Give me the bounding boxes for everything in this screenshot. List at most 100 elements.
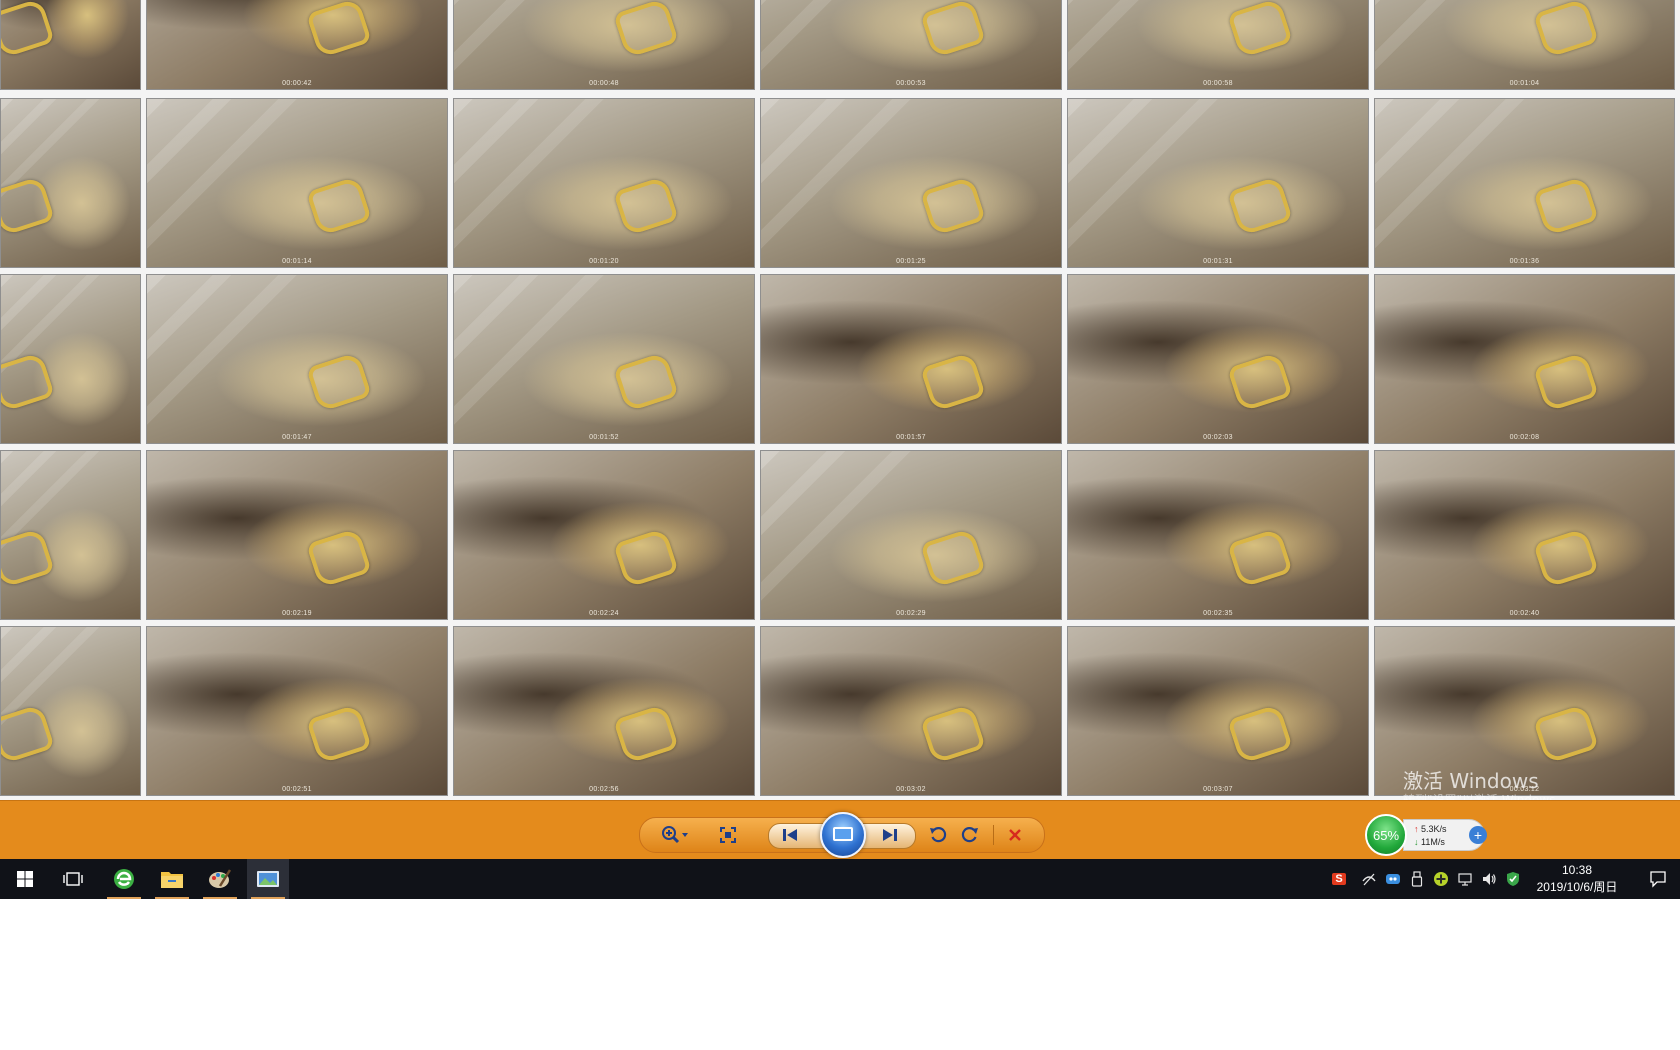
video-frame-thumbnail[interactable]: 00:01:04 bbox=[1374, 0, 1675, 90]
video-frame-thumbnail[interactable]: 00:02:51 bbox=[146, 626, 448, 796]
sandal-buckle-graphic bbox=[306, 703, 372, 765]
video-frame-thumbnail[interactable]: 00:02:29 bbox=[760, 450, 1062, 620]
video-frame-thumbnail[interactable]: 00:01:47 bbox=[146, 274, 448, 444]
accelerator-icon[interactable] bbox=[1432, 870, 1450, 888]
video-frame-thumbnail[interactable]: 00:01:36 bbox=[1374, 98, 1675, 268]
sandal-buckle-graphic bbox=[1533, 351, 1600, 413]
task-view-button[interactable] bbox=[52, 859, 94, 899]
sandal-buckle-graphic bbox=[306, 527, 372, 589]
video-frame-thumbnail[interactable]: 00:01:25 bbox=[760, 98, 1062, 268]
sandal-buckle-graphic bbox=[306, 0, 372, 59]
video-frame-thumbnail[interactable]: 00:02:03 bbox=[1067, 274, 1369, 444]
sandal-buckle-graphic bbox=[1, 527, 55, 589]
sandal-buckle-graphic bbox=[613, 0, 679, 59]
video-frame-thumbnail[interactable]: 00:03:02 bbox=[760, 626, 1062, 796]
zoom-icon bbox=[662, 826, 688, 844]
sandal-buckle-graphic bbox=[1533, 0, 1600, 59]
empty-area bbox=[0, 899, 1680, 1050]
sandal-buckle-graphic bbox=[1, 351, 55, 413]
video-frame-thumbnail[interactable]: 00:01:57 bbox=[760, 274, 1062, 444]
cloud-icon bbox=[1386, 874, 1400, 884]
video-frame-thumbnail[interactable]: 00:02:40 bbox=[1374, 450, 1675, 620]
folder-icon bbox=[161, 872, 183, 888]
network-disconnected-icon[interactable] bbox=[1360, 870, 1378, 888]
clock-date: 2019/10/6/周日 bbox=[1536, 880, 1618, 894]
monitor-icon bbox=[1458, 873, 1472, 886]
network-speed-widget[interactable]: ↑ 5.3K/s ↓ 11M/s 65% + bbox=[1365, 814, 1489, 856]
accelerate-plus-icon[interactable]: + bbox=[1469, 826, 1487, 844]
video-frame-thumbnail[interactable] bbox=[0, 626, 141, 796]
action-center-button[interactable] bbox=[1638, 859, 1678, 899]
download-rate: 11M/s bbox=[1421, 837, 1445, 847]
sandal-buckle-graphic bbox=[1227, 351, 1293, 413]
video-frame-thumbnail[interactable]: 00:01:31 bbox=[1067, 98, 1369, 268]
cloud-sync-icon[interactable] bbox=[1384, 870, 1402, 888]
notification-icon bbox=[1650, 871, 1666, 888]
usb-icon bbox=[1411, 871, 1423, 887]
video-frame-thumbnail[interactable]: 00:01:52 bbox=[453, 274, 755, 444]
sandal-buckle-graphic bbox=[613, 527, 679, 589]
video-frame-thumbnail[interactable]: 00:02:56 bbox=[453, 626, 755, 796]
frame-timestamp: 00:02:08 bbox=[1509, 434, 1540, 441]
video-frame-thumbnail[interactable]: 00:02:35 bbox=[1067, 450, 1369, 620]
frame-timestamp: 00:02:24 bbox=[589, 610, 619, 617]
file-explorer-app[interactable] bbox=[151, 859, 193, 899]
video-frame-thumbnail[interactable]: 00:00:58 bbox=[1067, 0, 1369, 90]
start-button[interactable] bbox=[4, 859, 46, 899]
volume-icon[interactable] bbox=[1480, 870, 1498, 888]
frame-timestamp: 00:01:57 bbox=[896, 434, 926, 441]
video-frame-thumbnail[interactable]: 00:00:42 bbox=[146, 0, 448, 90]
frame-timestamp: 00:00:58 bbox=[1203, 80, 1233, 87]
slideshow-icon bbox=[833, 827, 853, 841]
frame-timestamp: 00:01:52 bbox=[589, 434, 619, 441]
close-icon bbox=[1009, 829, 1021, 841]
rotate-right-button[interactable] bbox=[956, 823, 984, 847]
sandal-buckle-graphic bbox=[1, 175, 55, 237]
slideshow-button[interactable] bbox=[820, 812, 866, 858]
sandal-buckle-graphic bbox=[306, 351, 372, 413]
usb-device-icon[interactable] bbox=[1408, 870, 1426, 888]
video-frame-thumbnail[interactable]: 00:03:07 bbox=[1067, 626, 1369, 796]
shield-icon bbox=[1507, 872, 1519, 886]
network-status-icon bbox=[1362, 873, 1376, 886]
frame-timestamp: 00:02:29 bbox=[896, 610, 926, 617]
viewer-toolbar: ↑ 5.3K/s ↓ 11M/s 65% + bbox=[0, 800, 1680, 860]
security-shield-icon[interactable] bbox=[1504, 870, 1522, 888]
sandal-buckle-graphic bbox=[1533, 527, 1600, 589]
sandal-buckle-graphic bbox=[1227, 703, 1293, 765]
video-frame-thumbnail[interactable]: 00:00:53 bbox=[760, 0, 1062, 90]
delete-button[interactable] bbox=[1001, 823, 1029, 847]
video-frame-thumbnail[interactable]: 00:01:14 bbox=[146, 98, 448, 268]
sandal-buckle-graphic bbox=[920, 703, 986, 765]
taskbar-clock[interactable]: 10:38 2019/10/6/周日 bbox=[1527, 862, 1627, 896]
frame-timestamp: 00:01:47 bbox=[282, 434, 312, 441]
zoom-button[interactable] bbox=[656, 823, 694, 847]
sogou-input-icon[interactable]: S bbox=[1330, 870, 1348, 888]
video-frame-thumbnail[interactable]: 00:02:24 bbox=[453, 450, 755, 620]
previous-button[interactable] bbox=[776, 823, 804, 847]
sandal-buckle-graphic bbox=[613, 351, 679, 413]
video-frame-thumbnail[interactable] bbox=[0, 0, 141, 90]
video-frame-thumbnail[interactable]: 00:02:08 bbox=[1374, 274, 1675, 444]
video-frame-thumbnail[interactable] bbox=[0, 274, 141, 444]
green-plus-icon bbox=[1434, 872, 1448, 886]
sandal-buckle-graphic bbox=[920, 527, 986, 589]
video-frame-thumbnail[interactable]: 00:02:19 bbox=[146, 450, 448, 620]
video-frame-thumbnail[interactable] bbox=[0, 98, 141, 268]
frame-timestamp: 00:01:31 bbox=[1203, 258, 1233, 265]
actual-size-button[interactable] bbox=[714, 823, 742, 847]
next-button[interactable] bbox=[876, 823, 904, 847]
memory-usage-ball[interactable]: 65% bbox=[1365, 814, 1407, 856]
display-icon[interactable] bbox=[1456, 870, 1474, 888]
video-frame-thumbnail[interactable] bbox=[0, 450, 141, 620]
rotate-cw-icon bbox=[961, 827, 978, 843]
browser-app[interactable] bbox=[103, 859, 145, 899]
upload-rate: 5.3K/s bbox=[1421, 824, 1447, 834]
video-frame-thumbnail[interactable]: 00:01:20 bbox=[453, 98, 755, 268]
paint-app[interactable] bbox=[199, 859, 241, 899]
skip-previous-icon bbox=[783, 829, 797, 841]
video-frame-thumbnail[interactable]: 00:00:48 bbox=[453, 0, 755, 90]
frame-timestamp: 00:02:51 bbox=[282, 786, 312, 793]
rotate-left-button[interactable] bbox=[924, 823, 952, 847]
photo-viewer-app[interactable] bbox=[247, 859, 289, 899]
